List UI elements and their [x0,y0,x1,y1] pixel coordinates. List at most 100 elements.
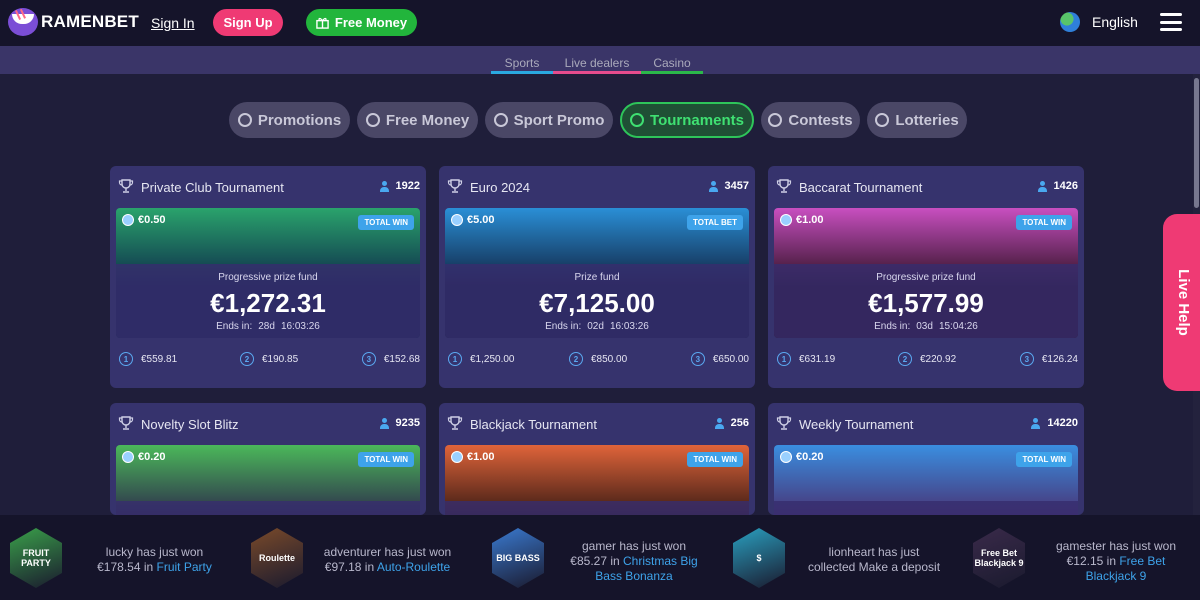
gift-icon [365,113,380,127]
countdown: Ends in: 28d 16:03:26 [216,321,320,332]
tournament-type-badge: TOTAL WIN [1016,452,1072,467]
coin-icon [122,451,134,463]
tournament-banner[interactable]: €1.00 TOTAL WIN [445,445,749,515]
min-stake: €0.50 [122,214,166,226]
third-prize: 3 €650.00 [690,352,749,366]
tournament-banner[interactable]: €0.20 TOTAL WIN [116,445,420,515]
trophy-icon [447,415,463,431]
prize-fund-value: €1,272.31 [210,288,326,318]
tournament-type-badge: TOTAL WIN [358,452,414,467]
win-notification: gamester has just won €12.15 in Free Bet … [1055,539,1177,583]
prize-places: 1 €559.81 2 €190.85 3 €152.68 [110,352,426,374]
ticket-icon [875,113,890,127]
place-1-icon: 1 [777,352,791,366]
game-thumbnail[interactable]: $ [733,528,785,588]
ramen-bowl-icon [8,8,38,36]
tournament-card[interactable]: Novelty Slot Blitz 9235 €0.20 TOTAL WIN [110,403,426,515]
logo[interactable]: RAMENBET [8,8,139,36]
first-prize: 1 €559.81 [119,352,177,366]
third-prize: 3 €126.24 [1019,352,1078,366]
tournament-card[interactable]: Private Club Tournament 1922 €0.50 TOTAL WI… [110,166,426,388]
prize-fund-label: Progressive prize fund [218,272,318,283]
language-label: English [1092,14,1138,30]
language-selector[interactable]: English [1060,12,1138,32]
game-thumbnail[interactable]: BIG BASS [492,528,544,588]
tournament-banner[interactable]: €0.50 TOTAL WIN Progressive prize fund €1,2… [116,208,420,338]
section-nav: Sports Live dealers Casino [0,46,1200,74]
win-notification: gamer has just won €85.27 in Christmas Bi… [570,539,698,583]
user-icon [379,417,389,429]
trophy-icon [447,178,463,194]
sign-in-link[interactable]: Sign In [151,15,195,31]
coin-icon [451,451,463,463]
coin-icon [122,214,134,226]
win-notification: lionheart has just collected Make a depos… [807,545,941,574]
place-2-icon: 2 [569,352,583,366]
tournament-card[interactable]: Baccarat Tournament 1426 €1.00 TOTAL WIN Pro… [768,166,1084,388]
players-count: 1426 [1037,180,1078,192]
game-thumbnail[interactable]: FRUIT PARTY [10,528,62,588]
category-tabs: Promotions Free Money Sport Promo Tourna… [229,102,967,138]
tab-live-dealers[interactable]: Live dealers [553,56,641,74]
coin-icon [780,214,792,226]
sign-up-button[interactable]: Sign Up [213,9,283,36]
tournament-type-badge: TOTAL WIN [687,452,743,467]
place-2-icon: 2 [898,352,912,366]
scrollbar-thumb[interactable] [1194,78,1199,208]
user-icon [379,180,389,192]
trophy-icon [118,178,134,194]
third-prize: 3 €152.68 [361,352,420,366]
place-1-icon: 1 [119,352,133,366]
place-3-icon: 3 [690,352,705,366]
logo-text: RAMENBET [41,12,139,31]
tab-promotions[interactable]: Promotions [229,102,350,138]
players-count: 1922 [379,180,420,192]
menu-icon[interactable] [1160,13,1182,31]
game-link[interactable]: Fruit Party [157,560,212,574]
tournament-title: Blackjack Tournament [470,417,597,432]
players-count: 14220 [1031,417,1078,429]
tournament-type-badge: TOTAL WIN [1016,215,1072,230]
place-3-icon: 3 [361,352,376,366]
free-money-button[interactable]: Free Money [306,9,417,36]
prize-places: 1 €1,250.00 2 €850.00 3 €650.00 [439,352,755,374]
win-notification: lucky has just won €178.54 in Fruit Party [97,545,212,574]
min-stake: €0.20 [780,451,824,463]
place-1-icon: 1 [448,352,462,366]
live-help-button[interactable]: Live Help [1163,214,1200,391]
tab-sports[interactable]: Sports [491,56,553,74]
gift-icon [316,17,329,29]
prize-fund-value: €1,577.99 [868,288,984,318]
tab-casino[interactable]: Casino [641,56,703,74]
game-thumbnail[interactable]: Free Bet Blackjack 9 [973,528,1025,588]
user-icon [1037,180,1047,192]
countdown: Ends in: 03d 15:04:26 [874,321,978,332]
tournament-banner[interactable]: €0.20 TOTAL WIN [774,445,1078,515]
trophy-icon [630,113,645,127]
tournament-banner[interactable]: €1.00 TOTAL WIN Progressive prize fund €1,5… [774,208,1078,338]
min-stake: €0.20 [122,451,166,463]
tournament-card[interactable]: Weekly Tournament 14220 €0.20 TOTAL WIN [768,403,1084,515]
live-help-label: Live Help [1174,269,1192,336]
tournament-banner[interactable]: €5.00 TOTAL BET Prize fund €7,125.00 Ends in… [445,208,749,338]
tab-sport-promo[interactable]: Sport Promo [485,102,613,138]
trophy-icon [776,415,792,431]
tab-tournaments[interactable]: Tournaments [620,102,754,138]
first-prize: 1 €1,250.00 [448,352,515,366]
first-prize: 1 €631.19 [777,352,835,366]
tab-contests[interactable]: Contests [761,102,860,138]
game-thumbnail[interactable]: Roulette [251,528,303,588]
tournament-title: Novelty Slot Blitz [141,417,239,432]
tournament-card[interactable]: Euro 2024 3457 €5.00 TOTAL BET Prize fund €7,… [439,166,755,388]
tournament-type-badge: TOTAL BET [687,215,743,230]
players-count: 256 [714,417,749,429]
game-link[interactable]: Auto-Roulette [377,560,450,574]
top-bar: RAMENBET Sign In Sign Up Free Money Engl… [0,0,1200,46]
tab-lotteries[interactable]: Lotteries [867,102,967,138]
tournament-card[interactable]: Blackjack Tournament 256 €1.00 TOTAL WIN [439,403,755,515]
prize-fund-value: €7,125.00 [539,288,655,318]
pin-icon [768,113,783,127]
min-stake: €1.00 [780,214,824,226]
tab-free-money[interactable]: Free Money [357,102,478,138]
winners-feed: FRUIT PARTY lucky has just won €178.54 in … [0,515,1200,600]
